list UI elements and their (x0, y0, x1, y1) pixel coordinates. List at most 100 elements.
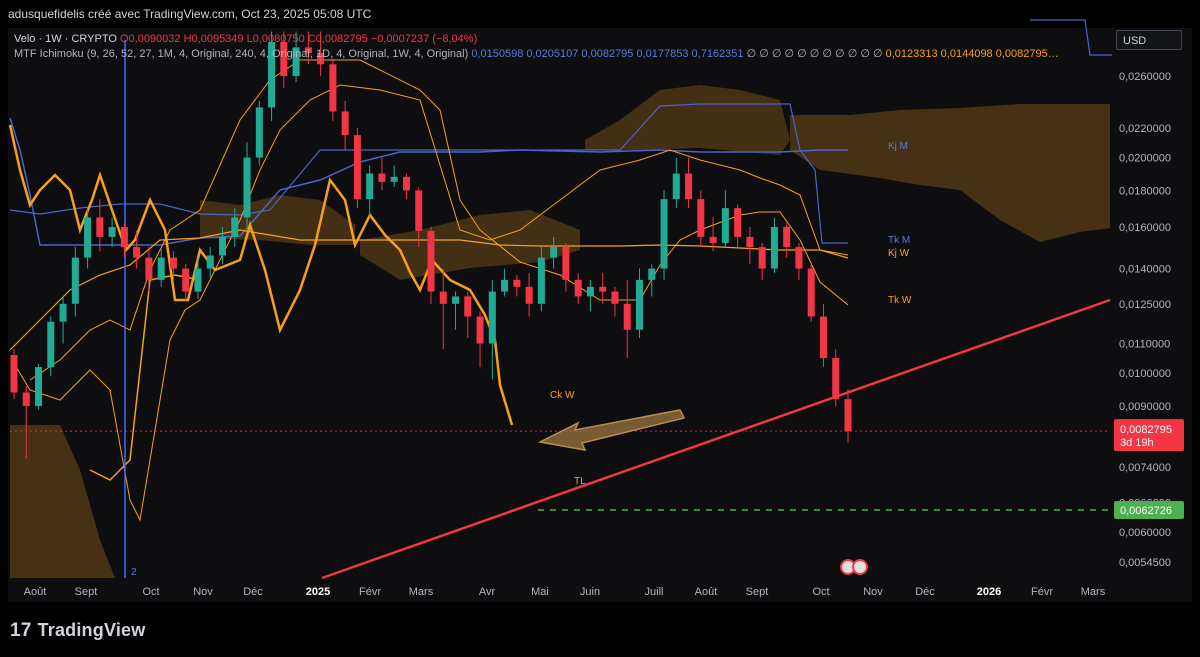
candle-body (709, 236, 717, 243)
candle-body (672, 173, 680, 200)
currency-button[interactable]: USD (1116, 30, 1182, 50)
x-tick-label: Mai (531, 586, 549, 598)
candle-body (525, 286, 533, 304)
candle-body (145, 257, 153, 280)
x-tick-label: Nov (193, 586, 213, 598)
y-tick-label: 0,0110000 (1119, 339, 1170, 351)
x-tick-label: Nov (863, 586, 883, 598)
candle-body (366, 173, 374, 200)
y-axis: 0,00545000,00600000,00660000,00740000,00… (1119, 71, 1171, 569)
y-tick-label: 0,0060000 (1119, 527, 1171, 539)
candle-body (120, 227, 128, 248)
y-tick-label: 0,0160000 (1119, 222, 1171, 234)
candle-body (157, 257, 165, 280)
candle-body (341, 111, 349, 136)
candle-body (84, 217, 92, 258)
candle-body (255, 107, 263, 158)
x-tick-label: Juin (580, 586, 600, 598)
candle-body (194, 268, 202, 292)
candle-body (648, 268, 656, 280)
weekly-cloud-2 (360, 210, 580, 280)
candle-body (636, 279, 643, 330)
label-marker-2: 2 (131, 567, 137, 578)
candle-body (586, 286, 594, 297)
candle-body (758, 247, 766, 269)
tradingview-logo[interactable]: 17 TradingView (10, 620, 145, 642)
candle-body (844, 399, 852, 432)
x-tick-label: Mars (409, 586, 434, 598)
candle-body (353, 135, 361, 200)
y-tick-label: 0,0200000 (1119, 153, 1171, 165)
x-tick-label: Août (24, 586, 47, 598)
candle-body (47, 321, 55, 368)
candle-body (832, 358, 840, 400)
x-tick-label: Déc (915, 586, 935, 598)
brand-name: TradingView (37, 620, 146, 640)
y-tick-label: 0,0074000 (1119, 462, 1171, 474)
candle-body (746, 236, 754, 248)
candle-body (133, 247, 141, 258)
candle-body (734, 208, 742, 237)
candle-body (169, 257, 177, 269)
candle-body (59, 303, 67, 322)
candle-body (10, 355, 18, 393)
candle-body (770, 227, 778, 269)
label-tk-w: Tk W (888, 295, 912, 306)
us-flag-event-icon (852, 559, 868, 575)
monthly-cloud-right (790, 104, 1110, 242)
candle-body (243, 157, 251, 218)
candle-body (71, 257, 79, 304)
candle-body (427, 230, 435, 292)
candle-body (402, 176, 410, 191)
chart-svg[interactable]: Ck W Kj M Tk M Kj W Tk W TL 2 0,0054500 0,006000… (0, 0, 1200, 657)
indicator-legend: MTF Ichimoku (9, 26, 52, 27, 1M, 4, Orig… (14, 47, 1059, 60)
label-tk-m: Tk M (888, 235, 910, 246)
x-tick-label: 2025 (306, 586, 330, 598)
candle-body (562, 247, 570, 280)
candle-body (35, 367, 43, 406)
symbol-legend: Velo · 1W · CRYPTO O0,0090032 H0,0095349… (14, 33, 477, 45)
last-price-tag-value: 0,0082795 (1120, 424, 1172, 436)
candle-body (550, 247, 558, 258)
indicator-label[interactable]: MTF Ichimoku (9, 26, 52, 27, 1M, 4, Orig… (14, 48, 468, 60)
y-tick-label: 0,0125000 (1119, 299, 1171, 311)
weekly-cloud-3 (585, 85, 790, 155)
candle-body (807, 268, 815, 317)
open-value: O0,0090032 (119, 33, 181, 45)
candle-body (783, 227, 791, 248)
indicator-values-orange: 0,0123313 0,0144098 0,0082795… (885, 48, 1059, 60)
candle-body (611, 291, 619, 304)
x-tick-label: Oct (142, 586, 159, 598)
x-tick-label: Mars (1081, 586, 1106, 598)
candle-body (182, 268, 190, 292)
countdown-value: 3d 19h (1120, 437, 1154, 449)
candle-body (390, 176, 398, 182)
candle-body (329, 64, 337, 112)
candle-body (108, 227, 116, 237)
candle-body (439, 291, 447, 304)
y-tick-label: 0,0220000 (1119, 123, 1171, 135)
symbol-label[interactable]: Velo · 1W · CRYPTO (14, 33, 117, 45)
candle-body (231, 217, 239, 237)
y-tick-label: 0,0180000 (1119, 185, 1171, 197)
x-tick-label: Sept (746, 586, 769, 598)
label-ck-w: Ck W (550, 390, 575, 401)
candle-body (378, 173, 386, 182)
candle-body (697, 199, 705, 237)
label-kj-w: Kj W (888, 248, 910, 259)
high-value: H0,0095349 (183, 33, 244, 45)
x-tick-label: Févr (1031, 586, 1053, 598)
candle-body (660, 199, 668, 269)
candle-body (537, 257, 545, 304)
candle-body (22, 392, 30, 406)
y-tick-label: 0,0140000 (1119, 264, 1171, 276)
candle-body (464, 296, 472, 317)
candle-body (476, 316, 484, 344)
candle-body (415, 190, 423, 231)
candle-body (721, 208, 729, 243)
candle-body (219, 236, 226, 256)
x-tick-label: Févr (359, 586, 381, 598)
footer (0, 602, 1200, 657)
y-tick-label: 0,0090000 (1119, 401, 1171, 413)
indicator-values-blue: 0,0150598 0,0205107 0,0082795 0,0177853 … (471, 48, 744, 60)
